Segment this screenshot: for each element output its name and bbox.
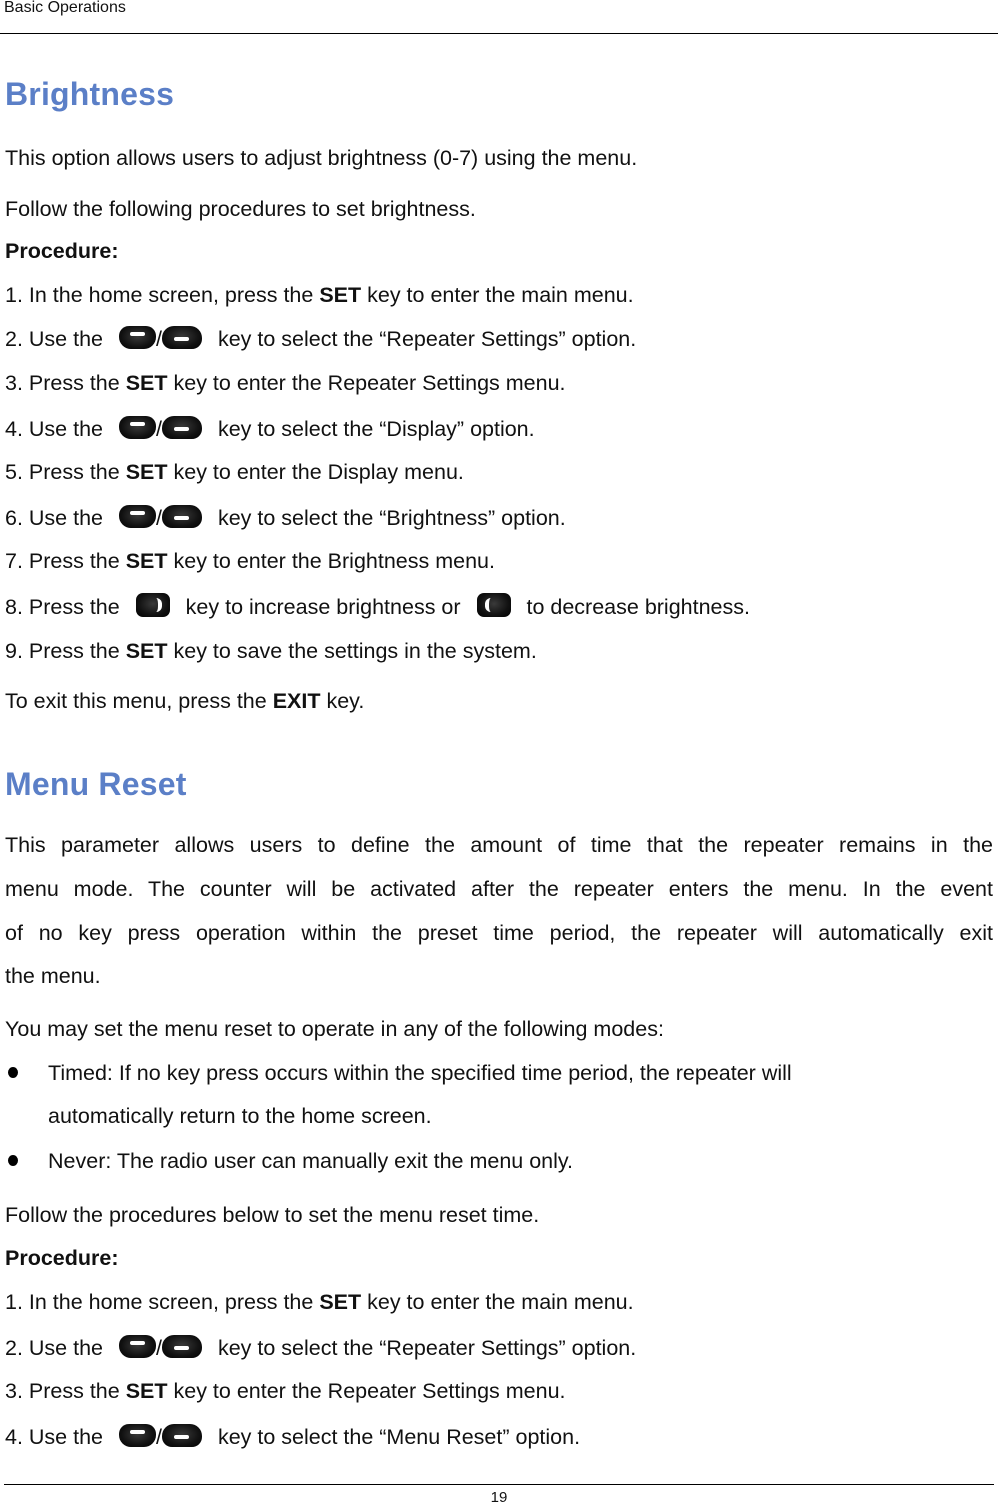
step-text: 8. Press the: [5, 595, 126, 619]
step-4: 4. Use the / key to select the “Menu Res…: [5, 1423, 581, 1450]
step-text: 5. Press the: [5, 460, 126, 484]
footer-rule: [4, 1484, 994, 1485]
down-key-icon: [161, 1423, 202, 1447]
step-text: 1. In the home screen, press the: [5, 1290, 320, 1314]
running-head: Basic Operations: [4, 0, 126, 16]
step-9: 9. Press the SET key to save the setting…: [5, 638, 537, 664]
step-text: key to select the “Repeater Settings” op…: [211, 1336, 637, 1360]
key-name: SET: [319, 1290, 362, 1314]
step-text: 4. Use the: [5, 1425, 109, 1449]
step-text: key to select the “Brightness” option.: [211, 506, 566, 530]
step-6: 6. Use the / key to select the “Brightne…: [5, 504, 566, 531]
step-text: key to enter the Display menu.: [167, 460, 464, 484]
bullet-icon: [8, 1155, 18, 1166]
exit-instruction: To exit this menu, press the EXIT key.: [5, 688, 364, 714]
step-text: To exit this menu, press the: [5, 689, 273, 713]
step-text: key to increase brightness or: [179, 595, 467, 619]
step-text: 9. Press the: [5, 639, 126, 663]
step-2: 2. Use the / key to select the “Repeater…: [5, 1334, 637, 1361]
up-key-icon: [118, 325, 156, 349]
down-key-icon: [161, 325, 202, 349]
down-key-icon: [161, 1334, 202, 1358]
down-key-icon: [161, 504, 202, 528]
step-text: key to save the settings in the system.: [167, 639, 537, 663]
procedure-label: Procedure:: [5, 1245, 119, 1271]
procedure-label: Procedure:: [5, 238, 119, 264]
step-text: 3. Press the: [5, 1379, 126, 1403]
step-4: 4. Use the / key to select the “Display”…: [5, 415, 535, 442]
up-key-icon: [118, 504, 156, 528]
procedure-label-text: Procedure:: [5, 1246, 119, 1270]
step-text: key to enter the Brightness menu.: [167, 549, 496, 573]
mode-timed: Timed: If no key press occurs within the…: [48, 1061, 792, 1085]
up-key-icon: [118, 1423, 156, 1447]
up-key-icon: [118, 415, 156, 439]
menu-reset-para-line: of no key press operation within the pre…: [5, 921, 993, 945]
step-text: key to select the “Display” option.: [211, 417, 535, 441]
step-text: key to select the “Menu Reset” option.: [211, 1425, 581, 1449]
section-title-menu-reset: Menu Reset: [5, 766, 187, 802]
key-name: EXIT: [272, 689, 321, 713]
step-text: key to select the “Repeater Settings” op…: [211, 327, 637, 351]
page-number: 19: [490, 1489, 508, 1506]
step-text: key to enter the main menu.: [361, 283, 634, 307]
step-text: to decrease brightness.: [520, 595, 750, 619]
step-3: 3. Press the SET key to enter the Repeat…: [5, 1378, 566, 1404]
brightness-intro: This option allows users to adjust brigh…: [5, 146, 638, 170]
step-text: 2. Use the: [5, 1336, 109, 1360]
step-text: 6. Use the: [5, 506, 109, 530]
header-rule: [0, 33, 998, 34]
step-5: 5. Press the SET key to enter the Displa…: [5, 459, 464, 485]
mode-never: Never: The radio user can manually exit …: [48, 1149, 574, 1173]
key-name: SET: [319, 283, 362, 307]
step-3: 3. Press the SET key to enter the Repeat…: [5, 370, 566, 396]
down-key-icon: [161, 415, 202, 439]
left-key-icon: [476, 593, 511, 618]
step-text: 7. Press the: [5, 549, 126, 573]
key-name: SET: [125, 460, 168, 484]
menu-reset-follow: Follow the procedures below to set the m…: [5, 1203, 540, 1227]
step-text: key to enter the Repeater Settings menu.: [167, 371, 566, 395]
step-text: key to enter the main menu.: [361, 1290, 634, 1314]
step-2: 2. Use the / key to select the “Repeater…: [5, 325, 637, 352]
procedure-label-text: Procedure:: [5, 239, 119, 263]
mode-timed-cont: automatically return to the home screen.: [48, 1104, 432, 1128]
step-text: 4. Use the: [5, 417, 109, 441]
section-title-brightness: Brightness: [5, 76, 175, 112]
key-name: SET: [125, 549, 168, 573]
key-name: SET: [125, 1379, 168, 1403]
step-text: 3. Press the: [5, 371, 126, 395]
step-text: key to enter the Repeater Settings menu.: [167, 1379, 566, 1403]
menu-reset-para-line: the menu.: [5, 964, 101, 988]
step-text: key.: [320, 689, 365, 713]
key-name: SET: [125, 639, 168, 663]
bullet-icon: [8, 1067, 18, 1078]
step-8: 8. Press the key to increase brightness …: [5, 593, 750, 620]
brightness-follow: Follow the following procedures to set b…: [5, 197, 476, 221]
step-1: 1. In the home screen, press the SET key…: [5, 282, 634, 308]
step-text: 1. In the home screen, press the: [5, 283, 320, 307]
step-7: 7. Press the SET key to enter the Bright…: [5, 548, 495, 574]
key-name: SET: [125, 371, 168, 395]
right-key-icon: [135, 593, 170, 618]
menu-reset-para-line: menu mode. The counter will be activated…: [5, 877, 993, 901]
step-text: 2. Use the: [5, 327, 109, 351]
modes-intro: You may set the menu reset to operate in…: [5, 1017, 664, 1041]
step-1: 1. In the home screen, press the SET key…: [5, 1289, 634, 1315]
up-key-icon: [118, 1334, 156, 1358]
menu-reset-para-line: This parameter allows users to define th…: [5, 833, 993, 857]
